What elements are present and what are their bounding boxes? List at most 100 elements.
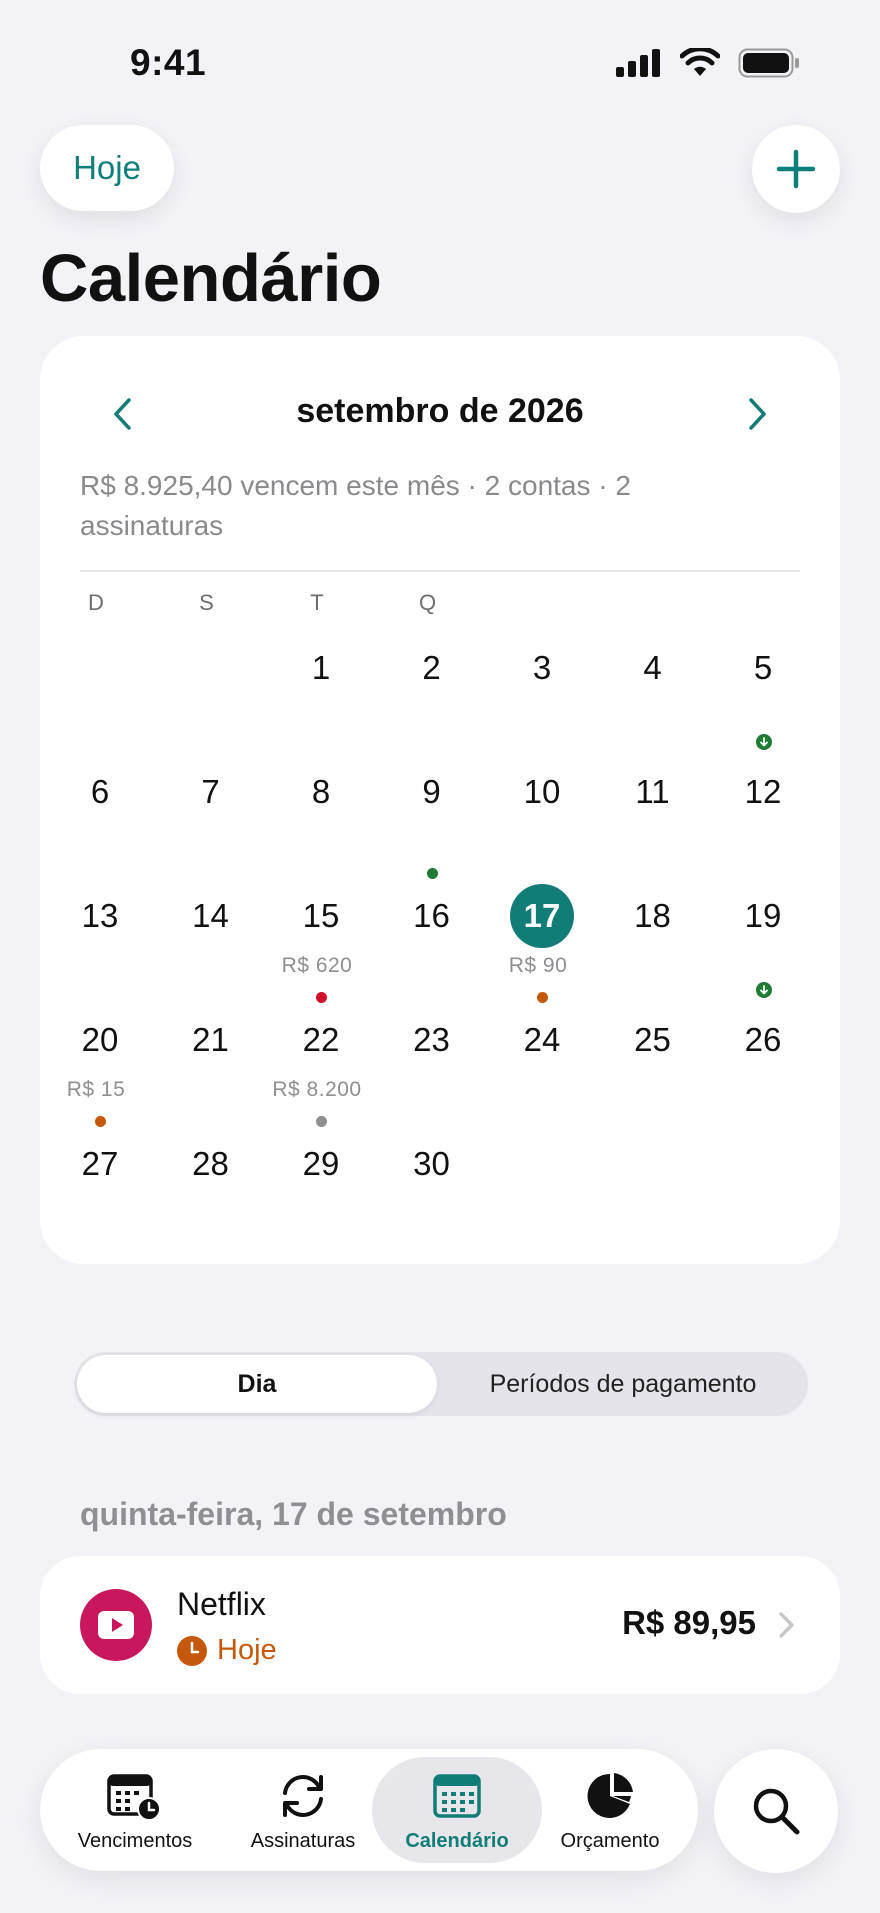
day-number: 9 <box>422 773 441 810</box>
calendar-day[interactable]: 5 <box>704 636 814 760</box>
calendar-day[interactable]: 4 <box>594 636 704 760</box>
calendar-day[interactable]: 19 <box>704 884 814 1008</box>
day-number: 16 <box>413 897 450 934</box>
tab-label: Calendário <box>405 1829 509 1852</box>
day-amount: R$ 15 <box>66 1078 126 1101</box>
calendar-day[interactable]: 26 <box>704 1008 814 1132</box>
calendar-day[interactable]: 10 <box>483 760 593 884</box>
view-segmented-control: Dia Períodos de pagamento <box>74 1352 808 1416</box>
calendar-day[interactable]: 27 <box>41 1132 151 1256</box>
item-name: Netflix <box>177 1586 266 1622</box>
item-status: Hoje <box>177 1634 277 1667</box>
day-number: 15 <box>302 897 340 934</box>
calendar-day[interactable]: 25 <box>594 1008 704 1132</box>
calendar-day[interactable]: 21 <box>152 1008 262 1132</box>
day-number: 11 <box>635 773 670 810</box>
tab-label: Vencimentos <box>77 1829 193 1852</box>
calendar-day[interactable]: 1 <box>262 636 372 760</box>
income-arrow-icon <box>756 734 772 750</box>
day-number: 13 <box>81 897 119 934</box>
calendar-day[interactable]: 28 <box>152 1132 262 1256</box>
day-number: 20 <box>81 1021 119 1058</box>
tab-assinaturas[interactable]: Assinaturas <box>240 1749 366 1871</box>
day-number: 14 <box>192 897 229 934</box>
calendar-grid: 1 2 3 4 5 6 7 8 9 10 11 12 13 14 15 R$ 620 16 17 R$ 90 18 19… <box>40 336 840 1264</box>
calendar-day[interactable]: 16 <box>373 884 483 1008</box>
calendar-day[interactable]: 8 <box>262 760 372 884</box>
item-amount: R$ 89,95 <box>622 1604 756 1641</box>
day-number: 24 <box>523 1021 561 1058</box>
day-number: 3 <box>532 649 552 686</box>
tab-bar: Vencimentos Assinaturas Calendário Orçam… <box>40 1749 698 1871</box>
calendar-day[interactable]: 13 <box>41 884 151 1008</box>
calendar-day[interactable]: 30 <box>373 1132 483 1256</box>
day-number: 5 <box>753 649 773 686</box>
day-number: 8 <box>311 773 331 810</box>
calendar-clock-icon <box>107 1768 163 1824</box>
calendar-day[interactable]: 23 <box>373 1008 483 1132</box>
day-number: 27 <box>81 1145 119 1182</box>
tab-vencimentos[interactable]: Vencimentos <box>64 1749 206 1871</box>
status-icons <box>616 48 800 78</box>
calendar-day[interactable]: 6 <box>41 760 151 884</box>
due-dot <box>316 992 327 1003</box>
item-status-label: Hoje <box>217 1634 277 1666</box>
day-number: 18 <box>634 897 671 934</box>
clock-icon <box>177 1635 207 1666</box>
day-number: 10 <box>523 773 561 810</box>
play-icon <box>98 1611 134 1639</box>
status-time: 9:41 <box>130 42 207 83</box>
segment-pay-periods[interactable]: Períodos de pagamento <box>438 1352 808 1416</box>
cellular-signal-icon <box>616 49 660 77</box>
calendar-card: setembro de 2026 R$ 8.925,40 vencem este… <box>40 336 840 1264</box>
day-number: 28 <box>192 1145 229 1182</box>
calendar-day[interactable]: 18 <box>594 884 704 1008</box>
calendar-day[interactable]: 24 <box>483 1008 593 1132</box>
calendar-day[interactable]: 29 <box>262 1132 372 1256</box>
day-number: 6 <box>90 773 110 810</box>
add-button[interactable] <box>752 125 840 213</box>
due-dot <box>316 1116 327 1127</box>
tab-orcamento[interactable]: Orçamento <box>546 1749 674 1871</box>
due-dot <box>95 1116 106 1127</box>
day-number: 30 <box>413 1145 450 1182</box>
calendar-day[interactable]: 2 <box>373 636 483 760</box>
list-item[interactable]: Netflix Hoje R$ 89,95 <box>40 1556 840 1694</box>
battery-icon <box>738 48 799 78</box>
day-number: 25 <box>634 1021 671 1058</box>
segment-day[interactable]: Dia <box>77 1355 437 1413</box>
calendar-day[interactable]: 14 <box>152 884 262 1008</box>
plus-icon <box>776 149 816 189</box>
day-number: 29 <box>302 1145 340 1182</box>
day-number: 26 <box>744 1021 782 1058</box>
search-icon <box>753 1788 800 1835</box>
calendar-day[interactable]: 12 <box>704 760 814 884</box>
day-number: 12 <box>744 773 782 810</box>
netflix-logo <box>80 1589 152 1661</box>
calendar-day[interactable]: 11 <box>594 760 704 884</box>
today-button[interactable]: Hoje <box>40 125 174 211</box>
due-dot <box>426 868 438 879</box>
calendar-day[interactable]: 9 <box>373 760 483 884</box>
calendar-day[interactable]: 20 R$ 15 <box>41 1008 151 1132</box>
tab-calendario[interactable]: Calendário <box>372 1757 542 1863</box>
day-number: 19 <box>744 897 782 934</box>
day-number: 22 <box>302 1021 340 1058</box>
wifi-icon <box>680 48 720 76</box>
calendar-day[interactable]: 15 R$ 620 <box>262 884 372 1008</box>
calendar-day[interactable]: 7 <box>152 760 262 884</box>
day-number: 21 <box>192 1021 229 1058</box>
day-number: 2 <box>422 649 441 686</box>
calendar-day[interactable]: 17 R$ 90 <box>483 884 593 1008</box>
calendar-day[interactable]: 22 R$ 8.200 <box>262 1008 372 1132</box>
pie-chart-icon <box>582 1768 638 1824</box>
day-number: 1 <box>311 649 331 686</box>
search-button[interactable] <box>714 1749 838 1873</box>
day-amount: R$ 8.200 <box>272 1078 362 1101</box>
calendar-day[interactable]: 3 <box>483 636 593 760</box>
chevron-right-icon <box>779 1612 794 1638</box>
status-bar: 9:41 <box>0 0 880 120</box>
tab-label: Assinaturas <box>250 1829 356 1852</box>
day-number: 7 <box>201 773 220 810</box>
day-amount: R$ 620 <box>281 954 353 977</box>
